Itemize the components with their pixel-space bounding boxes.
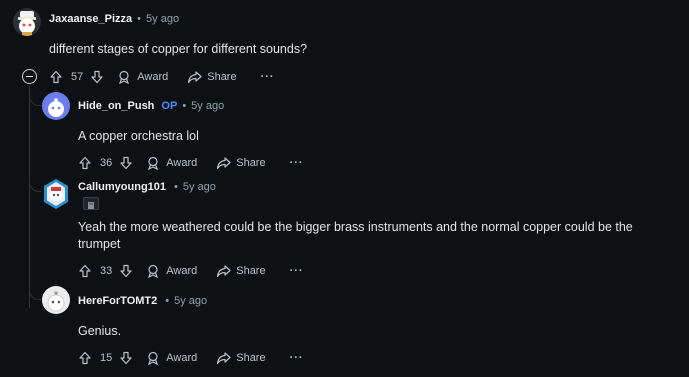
comment-actions: 57 Award Share ··· [49,68,275,86]
avatar[interactable] [42,178,70,210]
award-icon [148,156,159,170]
comment-actions: 33 Award Share ··· [78,262,304,280]
more-options-button[interactable]: ··· [290,265,304,277]
separator-dot: • [165,295,170,307]
more-options-button[interactable]: ··· [290,157,304,169]
award-icon [148,351,159,365]
separator-dot: • [182,100,187,112]
share-icon [217,352,231,365]
timestamp[interactable]: 5y ago [191,100,224,112]
award-button[interactable]: Award [117,70,168,84]
separator-dot: • [137,13,142,25]
username[interactable]: HereForTOMT2 [78,295,157,307]
share-label: Share [236,265,266,277]
vote-count: 36 [100,157,113,169]
share-icon [217,157,231,170]
award-label: Award [137,71,169,83]
share-button[interactable]: Share [216,156,266,170]
share-label: Share [207,71,237,83]
downvote-button[interactable] [90,70,104,84]
thread-connector [29,182,41,192]
share-label: Share [236,352,266,364]
thread-connector [29,96,41,106]
award-label: Award [166,157,198,169]
downvote-button[interactable] [119,351,133,365]
award-icon [148,264,159,278]
comment-body-line: Yeah the more weathered could be the big… [78,220,633,234]
avatar[interactable] [42,286,70,314]
award-icon [119,70,130,84]
comment-actions: 36 Award Share ··· [78,154,304,172]
upvote-arrow-icon [50,70,62,84]
timestamp[interactable]: 5y ago [146,13,179,25]
thread-connector [29,290,41,300]
award-button[interactable]: Award [146,156,197,170]
collapse-button[interactable] [22,69,37,84]
user-flair-icon [83,197,99,210]
share-icon [217,265,231,278]
award-button[interactable]: Award [146,264,197,278]
upvote-arrow-icon [79,264,91,278]
upvote-button[interactable] [78,264,92,278]
downvote-button[interactable] [119,264,133,278]
award-button[interactable]: Award [146,351,197,365]
avatar[interactable] [13,8,41,36]
comment-body: different stages of copper for different… [49,42,308,56]
more-options-button[interactable]: ··· [290,352,304,364]
minus-icon [26,75,33,78]
timestamp[interactable]: 5y ago [183,181,216,193]
vote-count: 57 [71,71,84,83]
downvote-arrow-icon [120,264,132,278]
downvote-arrow-icon [120,351,132,365]
share-icon [188,71,202,84]
avatar-shield-icon [44,179,68,209]
username[interactable]: Callumyoung101 [78,181,166,193]
upvote-button[interactable] [49,70,63,84]
share-button[interactable]: Share [187,70,237,84]
thread-line-main [29,86,30,308]
share-label: Share [236,157,266,169]
avatar[interactable] [42,92,70,120]
avatar-snoo-icon [18,11,36,36]
award-label: Award [166,352,198,364]
timestamp[interactable]: 5y ago [174,295,207,307]
avatar-snoo-icon [47,291,65,312]
op-badge: OP [161,100,178,112]
username[interactable]: Jaxaanse_Pizza [49,13,132,25]
comment-body: Genius. [78,324,122,338]
downvote-arrow-icon [120,156,132,170]
vote-count: 15 [100,352,113,364]
share-button[interactable]: Share [216,351,266,365]
username[interactable]: Hide_on_Push [78,100,154,112]
downvote-button[interactable] [119,156,133,170]
upvote-arrow-icon [79,351,91,365]
award-label: Award [166,265,198,277]
downvote-arrow-icon [91,70,103,84]
vote-count: 33 [100,265,113,277]
upvote-arrow-icon [79,156,91,170]
upvote-button[interactable] [78,156,92,170]
comment-body: A copper orchestra lol [78,129,199,143]
more-options-button[interactable]: ··· [261,71,275,83]
avatar-snoo-icon [48,98,64,117]
comment-body-line: trumpet [78,237,121,251]
upvote-button[interactable] [78,351,92,365]
separator-dot: • [174,181,178,193]
comment-actions: 15 Award Share ··· [78,349,304,367]
share-button[interactable]: Share [216,264,266,278]
